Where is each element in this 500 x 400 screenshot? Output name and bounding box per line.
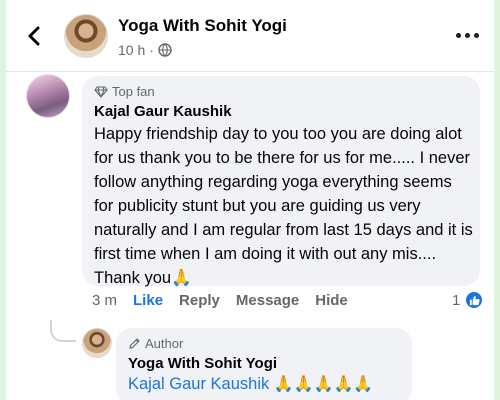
- reply-text: Kajal Gaur Kaushik 🙏🙏🙏🙏🙏: [128, 374, 373, 394]
- thread-line: [50, 320, 76, 342]
- badge-label: Top fan: [112, 84, 155, 99]
- diamond-icon: [94, 85, 108, 98]
- page-avatar[interactable]: [64, 14, 108, 58]
- globe-icon: [158, 43, 172, 57]
- reply-avatar[interactable]: [82, 328, 112, 358]
- app-frame: Yoga With Sohit Yogi 10 h · Top fan Kaja…: [6, 0, 494, 400]
- post-header: Yoga With Sohit Yogi 10 h ·: [6, 0, 494, 72]
- folded-hands-emojis: 🙏🙏🙏🙏🙏: [269, 376, 374, 393]
- reaction-summary[interactable]: 1: [452, 290, 485, 310]
- comment-bubble: Top fan Kajal Gaur Kaushik Happy friends…: [82, 76, 480, 287]
- comment-actions: 3 m Like Reply Message Hide: [92, 292, 348, 309]
- meta-separator: ·: [149, 42, 154, 58]
- mention-link[interactable]: Kajal Gaur Kaushik: [128, 375, 269, 393]
- comment-time: 3 m: [92, 292, 118, 309]
- author-badge: Author: [128, 336, 183, 351]
- reply-button[interactable]: Reply: [179, 292, 220, 309]
- pencil-icon: [129, 338, 140, 349]
- reaction-count: 1: [452, 291, 461, 309]
- top-fan-badge: Top fan: [94, 84, 155, 99]
- reply-author[interactable]: Yoga With Sohit Yogi: [128, 355, 277, 372]
- post-meta: 10 h ·: [118, 42, 172, 58]
- hide-button[interactable]: Hide: [315, 292, 348, 309]
- reply-bubble: Author Yoga With Sohit Yogi Kajal Gaur K…: [116, 328, 412, 400]
- comment-text: Happy friendship day to you too you are …: [94, 125, 473, 287]
- more-options-icon[interactable]: [456, 30, 480, 40]
- back-arrow-icon[interactable]: [20, 20, 48, 52]
- post-time: 10 h: [118, 42, 146, 58]
- like-reaction-icon: [464, 290, 485, 310]
- message-button[interactable]: Message: [236, 292, 299, 309]
- like-button[interactable]: Like: [133, 292, 163, 309]
- author-badge-label: Author: [145, 336, 184, 351]
- comment-author[interactable]: Kajal Gaur Kaushik: [94, 103, 232, 120]
- commenter-avatar[interactable]: [26, 74, 70, 118]
- page-title[interactable]: Yoga With Sohit Yogi: [118, 16, 287, 36]
